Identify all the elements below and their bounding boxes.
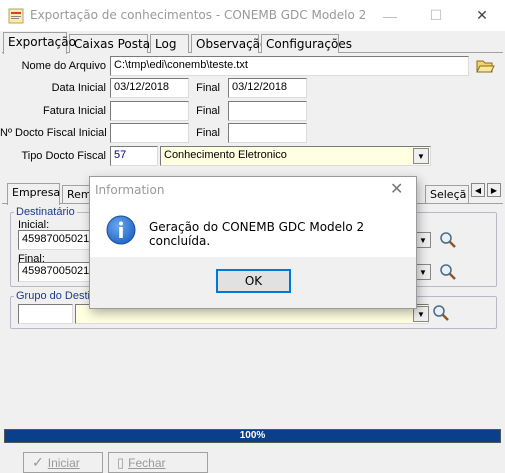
dialog-message: Geração do CONEMB GDC Modelo 2 concluída…: [149, 220, 365, 248]
subtab-prev-button[interactable]: ◀: [471, 183, 485, 197]
date-final-label: Final: [196, 82, 220, 94]
date-final-field[interactable]: 03/12/2018: [228, 78, 307, 98]
progress-bar: 100%: [4, 429, 501, 443]
checkmark-icon: ✓: [32, 454, 44, 470]
chevron-left-icon: ◀: [474, 185, 482, 195]
chevron-down-icon: ▼: [419, 235, 427, 245]
search-icon[interactable]: [439, 263, 457, 281]
information-dialog: Information ✕ Geração do CONEMB GDC Mode…: [89, 176, 417, 309]
close-icon: ✕: [390, 181, 404, 198]
title-bar: Exportação de conhecimentos - CONEMB GDC…: [0, 0, 505, 31]
close-form-button-label: Fechar: [128, 455, 166, 470]
grupo-code-field[interactable]: [18, 304, 73, 324]
date-initial-field[interactable]: 03/12/2018: [110, 78, 189, 98]
search-icon[interactable]: [432, 304, 450, 322]
doc-type-select[interactable]: Conhecimento Eletronico: [160, 146, 431, 166]
invoice-initial-label: Fatura Inicial: [43, 105, 106, 117]
invoice-final-label: Final: [196, 105, 220, 117]
start-button-label: Iniciar: [47, 455, 80, 470]
ok-button[interactable]: OK: [216, 269, 291, 293]
minimize-icon: —: [383, 7, 397, 24]
search-icon[interactable]: [439, 231, 457, 249]
chevron-down-icon: ▼: [417, 151, 425, 161]
subtab-next-button[interactable]: ▶: [487, 183, 501, 197]
destinatario-group-label: Destinatário: [14, 206, 77, 218]
close-form-button[interactable]: ▯ Fechar: [108, 452, 208, 473]
invoice-initial-field[interactable]: [110, 101, 189, 121]
window-title: Exportação de conhecimentos - CONEMB GDC…: [30, 8, 367, 22]
minimize-button[interactable]: —: [367, 0, 413, 31]
subtab-selecao[interactable]: Seleçã: [425, 185, 469, 204]
maximize-icon: ☐: [429, 7, 443, 23]
invoice-final-field[interactable]: [228, 101, 307, 121]
fiscal-doc-initial-label: Nº Docto Fiscal Inicial: [0, 127, 107, 139]
destinatario-final-dropdown[interactable]: ▼: [415, 264, 431, 280]
maximize-button[interactable]: ☐: [413, 0, 459, 31]
chevron-down-icon: ▼: [419, 267, 427, 277]
progress-text: 100%: [239, 430, 266, 441]
folder-open-icon[interactable]: [475, 57, 495, 75]
doc-type-label: Tipo Docto Fiscal: [21, 150, 106, 162]
chevron-right-icon: ▶: [490, 185, 498, 195]
doc-type-value: Conhecimento Eletronico: [164, 149, 287, 161]
date-initial-label: Data Inicial: [51, 82, 106, 94]
chevron-down-icon: ▼: [417, 309, 425, 319]
door-icon: ▯: [117, 454, 125, 470]
file-name-label: Nome do Arquivo: [21, 60, 106, 72]
tab-exportacao[interactable]: Exportação: [3, 32, 76, 54]
tab-log[interactable]: Log: [150, 34, 189, 53]
close-icon: ✕: [476, 7, 488, 23]
dialog-close-button[interactable]: ✕: [390, 179, 403, 199]
tab-observacao[interactable]: Observação: [191, 34, 267, 53]
start-button[interactable]: ✓ Iniciar: [23, 452, 103, 473]
fiscal-doc-final-field[interactable]: [228, 123, 307, 143]
info-icon: [106, 215, 136, 245]
dialog-footer: OK: [90, 257, 416, 308]
subtab-remetente[interactable]: Reme: [62, 185, 98, 204]
doc-type-dropdown-button[interactable]: ▼: [413, 148, 429, 164]
tab-configuracoes[interactable]: Configurações: [261, 34, 352, 53]
subtab-empresa[interactable]: Empresa: [7, 183, 60, 205]
grupo-group-label: Grupo do Desti: [14, 290, 92, 302]
doc-type-code-field[interactable]: 57: [110, 146, 158, 166]
destinatario-initial-dropdown[interactable]: ▼: [415, 232, 431, 248]
close-button[interactable]: ✕: [459, 0, 505, 31]
tab-caixas-postais[interactable]: Caixas Postais: [69, 34, 160, 53]
fiscal-doc-initial-field[interactable]: [110, 123, 189, 143]
file-name-field[interactable]: C:\tmp\edi\conemb\teste.txt: [110, 56, 469, 76]
app-icon: [8, 8, 24, 24]
dialog-title: Information: [95, 183, 165, 197]
fiscal-doc-final-label: Final: [196, 127, 220, 139]
